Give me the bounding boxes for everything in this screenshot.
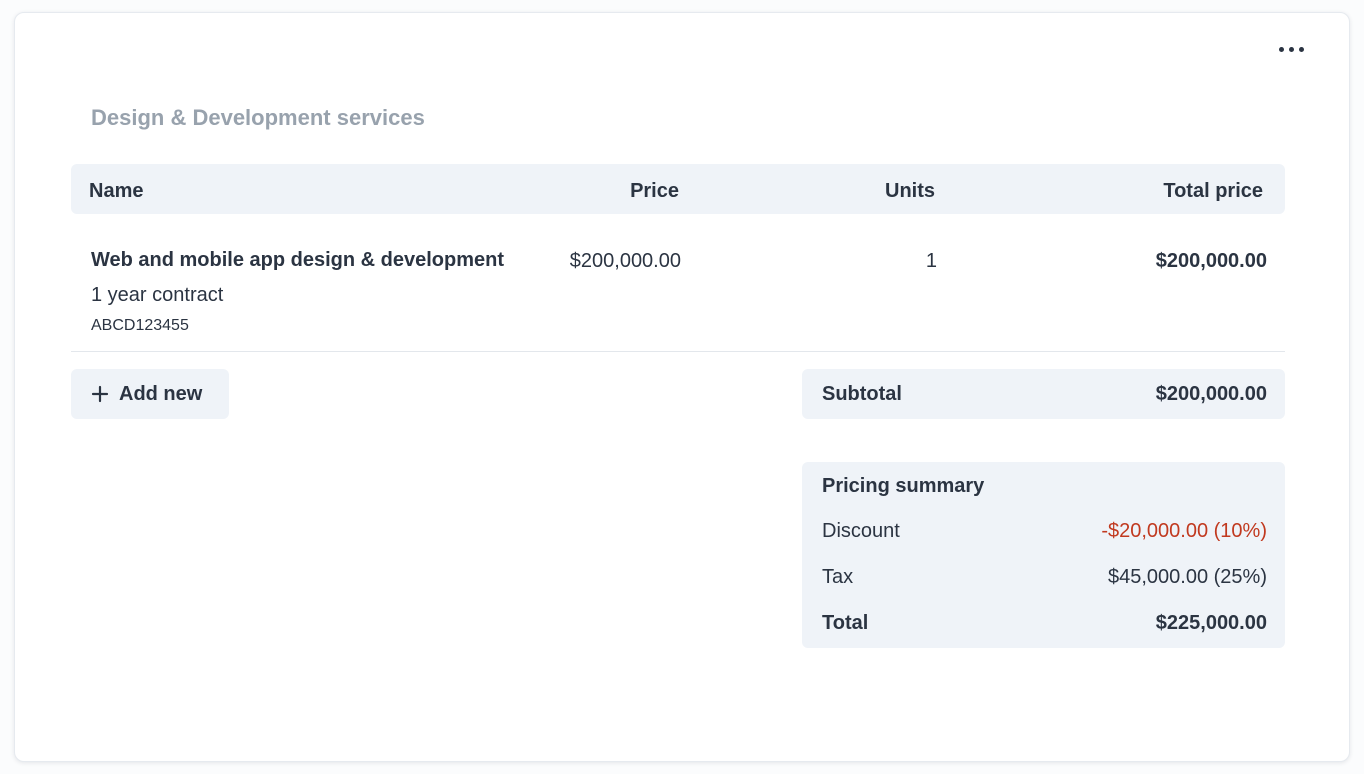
add-new-label: Add new bbox=[119, 382, 203, 405]
pricing-summary-panel: Pricing summary Discount -$20,000.00 (10… bbox=[802, 462, 1285, 648]
pricing-summary-heading: Pricing summary bbox=[822, 475, 985, 497]
more-horizontal-icon bbox=[1278, 46, 1284, 52]
item-name: Web and mobile app design & development bbox=[91, 249, 505, 271]
plus-icon bbox=[91, 385, 109, 403]
tax-label: Tax bbox=[822, 566, 854, 588]
table-header: Name Price Units Total price bbox=[71, 164, 1285, 214]
item-subtitle: 1 year contract bbox=[91, 284, 224, 306]
column-header-price: Price bbox=[630, 180, 679, 202]
section-title: Design & Development services bbox=[91, 105, 425, 130]
total-label: Total bbox=[822, 612, 869, 634]
more-horizontal-icon bbox=[1288, 46, 1294, 52]
table-row[interactable]: Web and mobile app design & development … bbox=[71, 229, 1285, 352]
column-header-total-price: Total price bbox=[1163, 180, 1263, 202]
tax-value: $45,000.00 (25%) bbox=[1107, 566, 1267, 588]
subtotal-value: $200,000.00 bbox=[1155, 383, 1267, 405]
subtotal-label: Subtotal bbox=[822, 383, 902, 405]
add-new-button[interactable]: Add new bbox=[71, 369, 229, 419]
item-total-price: $200,000.00 bbox=[1155, 250, 1267, 272]
discount-value: -$20,000.00 (10%) bbox=[1101, 520, 1267, 542]
pricing-card: Design & Development services Name Price… bbox=[14, 12, 1350, 762]
item-units: 1 bbox=[925, 250, 937, 272]
more-horizontal-icon bbox=[1298, 46, 1304, 52]
column-header-units: Units bbox=[885, 180, 935, 202]
column-header-name: Name bbox=[89, 180, 144, 202]
subtotal-bar: Subtotal $200,000.00 bbox=[802, 369, 1285, 419]
more-options-button[interactable] bbox=[1273, 37, 1309, 61]
item-sku: ABCD123455 bbox=[91, 317, 189, 334]
total-value: $225,000.00 bbox=[1155, 612, 1267, 634]
discount-label: Discount bbox=[822, 520, 900, 542]
item-price: $200,000.00 bbox=[569, 250, 681, 272]
